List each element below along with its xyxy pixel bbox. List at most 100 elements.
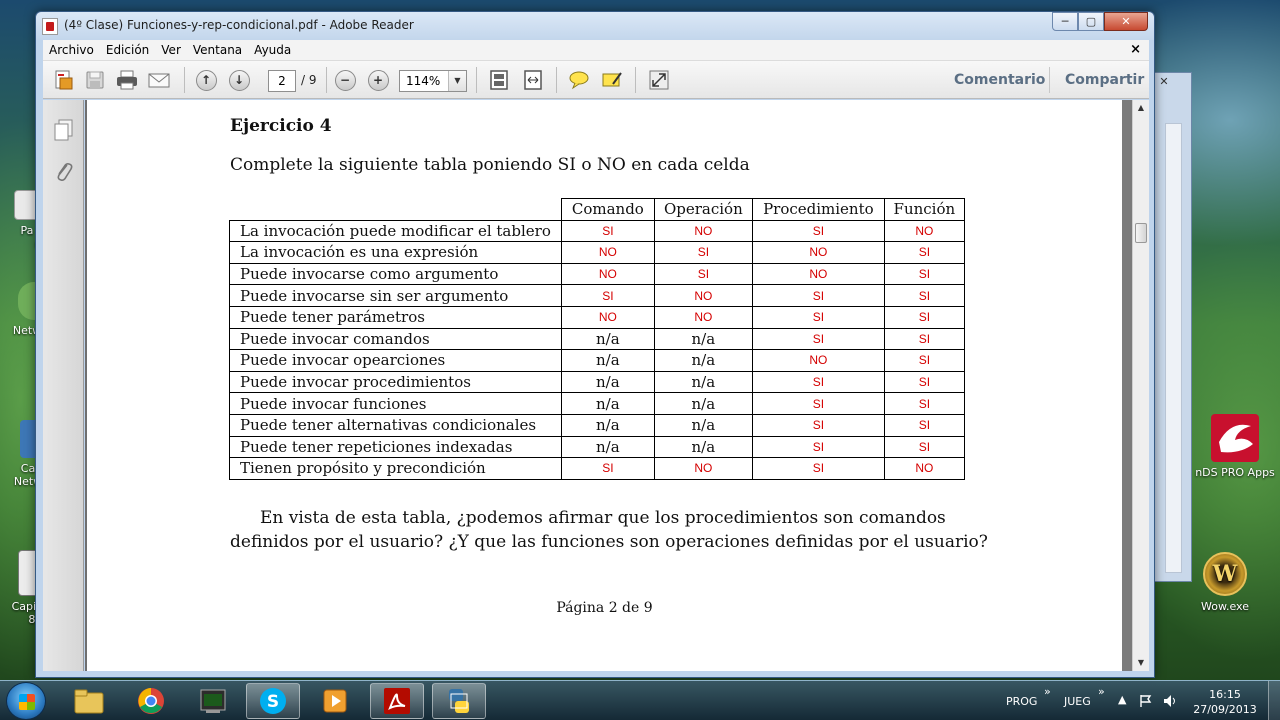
close-button[interactable]: ✕ <box>1104 12 1148 31</box>
background-scrollbar[interactable] <box>1165 123 1182 573</box>
row-label: Puede tener alternativas condicionales <box>229 413 562 437</box>
volume-icon[interactable] <box>1162 693 1178 709</box>
answer-cell: SI <box>653 241 753 264</box>
table-row: Tienen propósito y precondición SI NO SI NO <box>229 457 965 480</box>
answer-cell: SI <box>751 392 885 415</box>
menu-ventana[interactable]: Ventana <box>187 43 248 57</box>
minimize-button[interactable]: ─ <box>1052 12 1078 31</box>
answer-cell: SI <box>883 241 965 264</box>
taskbar-chrome[interactable] <box>124 683 178 719</box>
document-viewport[interactable]: Ejercicio 4 Complete la siguiente tabla … <box>85 100 1132 671</box>
page-number-input[interactable]: 2 <box>268 70 296 92</box>
python-icon <box>449 689 469 713</box>
not-applicable-cell: n/a <box>653 327 753 351</box>
answer-cell: SI <box>560 219 655 243</box>
title-bar[interactable]: (4º Clase) Funciones-y-rep-condicional.p… <box>36 12 1154 40</box>
taskbar-python[interactable] <box>432 683 486 719</box>
chevron-down-icon[interactable]: ▼ <box>448 71 466 91</box>
previous-page-button[interactable]: ↑ <box>194 69 218 91</box>
answer-cell: NO <box>751 349 885 372</box>
answer-cell: SI <box>751 327 885 351</box>
answer-cell: SI <box>883 327 965 351</box>
skype-icon: S <box>260 688 286 714</box>
vertical-scrollbar[interactable]: ▲ ▼ <box>1132 100 1149 671</box>
wow-icon: W <box>1203 552 1247 596</box>
clock-date: 27/09/2013 <box>1193 703 1257 716</box>
document-close-button[interactable]: × <box>1130 42 1141 57</box>
table-row: Puede invocarse sin ser argumento SI NO SI S… <box>229 284 965 307</box>
desktop-icon-nds-pro-apps[interactable]: nDS PRO Apps <box>1190 414 1280 479</box>
taskbar-skype[interactable]: S <box>246 683 300 719</box>
zoom-out-button[interactable]: − <box>333 69 357 91</box>
desktop-label: Ca <box>20 462 36 475</box>
row-label: Puede invocar funciones <box>229 392 562 415</box>
question-paragraph: En vista de esta tabla, ¿podemos afirmar… <box>230 508 988 552</box>
next-page-button[interactable]: ↓ <box>227 69 251 91</box>
tray-chevron-icon[interactable]: » <box>1044 685 1051 698</box>
svg-text:S: S <box>267 692 279 712</box>
answer-cell: SI <box>751 219 885 243</box>
scroll-up-arrow-icon[interactable]: ▲ <box>1133 100 1149 116</box>
table-row: Puede tener repeticiones indexadas n/a n/a… <box>229 435 965 459</box>
menu-ayuda[interactable]: Ayuda <box>248 43 297 57</box>
tray-toolbar-prog[interactable]: PROG <box>1006 695 1037 708</box>
folder-icon <box>74 689 104 714</box>
page-thumbnails-icon[interactable] <box>53 118 73 141</box>
taskbar-explorer[interactable] <box>62 683 116 719</box>
comment-pane-link[interactable]: Comentario <box>954 72 1045 88</box>
show-hidden-icons-arrow-icon[interactable]: ▲ <box>1118 693 1126 706</box>
toolbar-separator <box>556 67 557 93</box>
toolbar-separator <box>326 67 327 93</box>
desktop-label: nDS PRO Apps <box>1195 466 1275 479</box>
desktop-icon-wow[interactable]: W Wow.exe <box>1190 552 1260 613</box>
fit-width-icon[interactable] <box>521 69 545 91</box>
show-desktop-button[interactable] <box>1268 681 1280 720</box>
scroll-thumb[interactable] <box>1135 223 1147 243</box>
maximize-button[interactable]: ▢ <box>1078 12 1104 31</box>
menu-archivo[interactable]: Archivo <box>43 43 100 57</box>
share-pane-link[interactable]: Compartir <box>1065 72 1144 88</box>
action-center-flag-icon[interactable] <box>1138 693 1154 709</box>
zoom-in-button[interactable]: + <box>366 69 390 91</box>
tray-toolbar-jueg[interactable]: JUEG <box>1064 695 1091 708</box>
attachment-paperclip-icon[interactable] <box>53 160 73 182</box>
system-clock[interactable]: 16:15 27/09/2013 <box>1190 687 1260 717</box>
taskbar-adobe-reader[interactable] <box>370 683 424 719</box>
highlight-pen-icon[interactable] <box>600 69 624 91</box>
taskbar-terminal[interactable] <box>186 683 240 719</box>
answer-cell: SI <box>751 284 885 307</box>
toolbar-separator <box>184 67 185 93</box>
adobe-reader-icon <box>384 688 410 714</box>
background-close-icon[interactable]: ✕ <box>1154 75 1174 91</box>
answer-cell: NO <box>560 241 655 264</box>
scroll-down-arrow-icon[interactable]: ▼ <box>1133 655 1149 671</box>
answer-cell: SI <box>751 413 885 437</box>
create-pdf-icon[interactable] <box>51 69 75 91</box>
answer-cell: SI <box>883 435 965 459</box>
taskbar: S PROG » JUEG » ▲ 16:15 27/09/2013 <box>0 680 1280 720</box>
row-label: Puede invocarse sin ser argumento <box>229 284 562 307</box>
media-player-icon <box>323 689 347 713</box>
zoom-select[interactable]: 114% ▼ <box>399 70 467 92</box>
answer-cell: SI <box>883 392 965 415</box>
menu-ver[interactable]: Ver <box>155 43 187 57</box>
menu-bar: Archivo Edición Ver Ventana Ayuda × <box>43 40 1149 61</box>
row-label: Tienen propósito y precondición <box>229 457 562 480</box>
not-applicable-cell: n/a <box>653 413 753 437</box>
tray-chevron-icon[interactable]: » <box>1098 685 1105 698</box>
answer-cell: SI <box>883 349 965 372</box>
print-icon[interactable] <box>115 69 139 91</box>
expand-icon[interactable] <box>647 69 671 91</box>
table-row: La invocación es una expresión NO SI NO SI <box>229 241 965 264</box>
answer-cell: SI <box>751 305 885 329</box>
comment-bubble-icon[interactable] <box>567 69 591 91</box>
taskbar-media-player[interactable] <box>308 683 362 719</box>
start-button[interactable] <box>6 682 46 720</box>
menu-edicion[interactable]: Edición <box>100 43 155 57</box>
save-icon[interactable] <box>83 69 107 91</box>
table-row: Puede invocar comandos n/a n/a SI SI <box>229 327 965 351</box>
toolbar-separator <box>635 67 636 93</box>
fit-page-icon[interactable] <box>487 69 511 91</box>
background-window[interactable]: ✕ <box>1150 72 1192 582</box>
email-icon[interactable] <box>147 69 171 91</box>
